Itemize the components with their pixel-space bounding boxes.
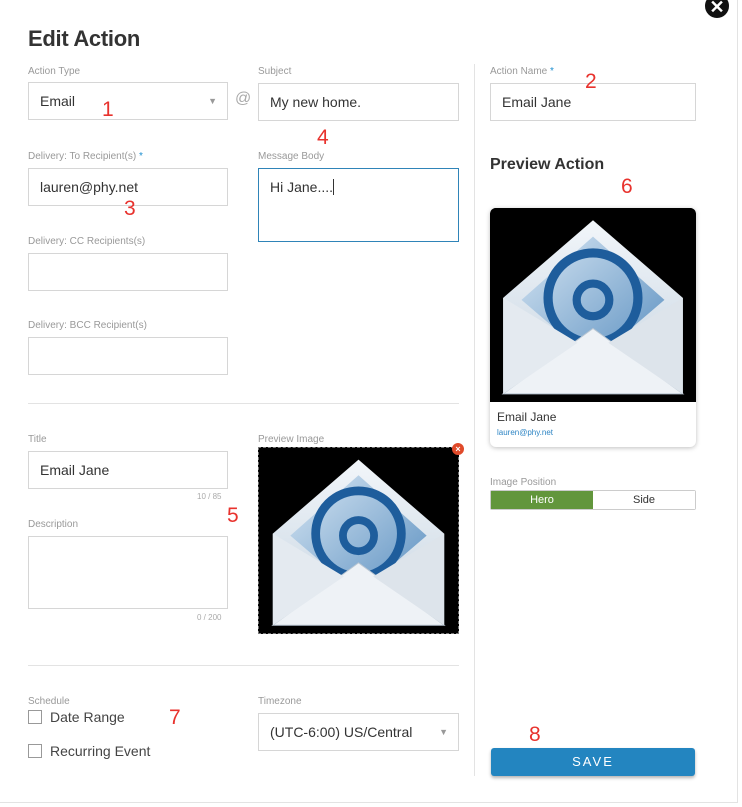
annotation-7: 7	[169, 706, 181, 729]
remove-image-icon[interactable]: ×	[452, 443, 464, 455]
bcc-recipients-label: Delivery: BCC Recipient(s)	[28, 320, 147, 331]
chevron-down-icon: ▼	[439, 727, 448, 737]
timezone-label: Timezone	[258, 696, 302, 707]
message-body-textarea[interactable]: Hi Jane....	[258, 168, 459, 242]
image-position-toggle: Hero Side	[490, 490, 696, 510]
action-name-label-text: Action Name	[490, 66, 548, 77]
email-envelope-icon	[490, 208, 696, 402]
annotation-3: 3	[124, 197, 136, 220]
schedule-label: Schedule	[28, 696, 70, 707]
save-button[interactable]: SAVE	[491, 748, 695, 776]
cc-recipients-label: Delivery: CC Recipients(s)	[28, 236, 146, 247]
section-divider	[28, 665, 459, 666]
at-sign-icon: @	[235, 90, 252, 107]
message-body-label: Message Body	[258, 151, 325, 162]
preview-card-subtitle: lauren@phy.net	[497, 428, 554, 437]
bcc-recipients-input[interactable]	[28, 337, 228, 375]
cc-recipients-input[interactable]	[28, 253, 228, 291]
to-recipients-label-text: Delivery: To Recipient(s)	[28, 151, 137, 162]
required-marker: *	[138, 151, 143, 162]
title-label: Title	[28, 434, 47, 445]
title-input[interactable]: Email Jane	[28, 451, 228, 489]
image-position-hero[interactable]: Hero	[491, 491, 593, 509]
date-range-checkbox[interactable]	[28, 710, 42, 724]
annotation-4: 4	[317, 126, 329, 149]
preview-card: Email Jane lauren@phy.net	[490, 208, 696, 447]
subject-label: Subject	[258, 66, 292, 77]
chevron-down-icon: ▼	[208, 96, 217, 106]
preview-card-image	[490, 208, 696, 402]
timezone-select[interactable]: (UTC-6:00) US/Central ▼	[258, 713, 459, 751]
close-icon[interactable]: ✕	[703, 0, 731, 20]
image-position-side[interactable]: Side	[593, 491, 695, 509]
preview-image[interactable]	[258, 447, 459, 634]
title-char-counter: 10 / 85	[197, 492, 222, 501]
column-divider	[474, 64, 475, 776]
annotation-8: 8	[529, 723, 541, 746]
text-caret	[333, 179, 335, 195]
dialog-title: Edit Action	[28, 26, 140, 51]
recurring-event-label: Recurring Event	[50, 743, 151, 759]
annotation-5: 5	[227, 504, 239, 527]
action-name-label: Action Name *	[490, 66, 554, 77]
description-label: Description	[28, 519, 79, 530]
annotation-2: 2	[585, 70, 597, 93]
edit-action-dialog: ✕ Edit Action Action Type Email ▼ @ Subj…	[0, 0, 738, 803]
preview-card-title: Email Jane	[497, 410, 557, 424]
action-type-label: Action Type	[28, 66, 81, 77]
required-marker: *	[550, 66, 554, 77]
to-recipients-label: Delivery: To Recipient(s) *	[28, 151, 143, 162]
date-range-label: Date Range	[50, 709, 125, 725]
preview-image-label: Preview Image	[258, 434, 325, 445]
timezone-value: (UTC-6:00) US/Central	[270, 724, 413, 740]
description-char-counter: 0 / 200	[197, 613, 222, 622]
section-divider	[28, 403, 459, 404]
action-type-select[interactable]: Email ▼	[28, 82, 228, 120]
subject-input[interactable]: My new home.	[258, 83, 459, 121]
description-textarea[interactable]	[28, 536, 228, 609]
action-type-value: Email	[40, 93, 76, 109]
email-envelope-icon	[261, 448, 456, 633]
image-position-label: Image Position	[490, 477, 557, 488]
annotation-1: 1	[102, 98, 114, 121]
message-body-text: Hi Jane....	[270, 179, 334, 195]
recurring-event-checkbox[interactable]	[28, 744, 42, 758]
annotation-6: 6	[621, 175, 633, 198]
preview-action-heading: Preview Action	[490, 156, 605, 173]
